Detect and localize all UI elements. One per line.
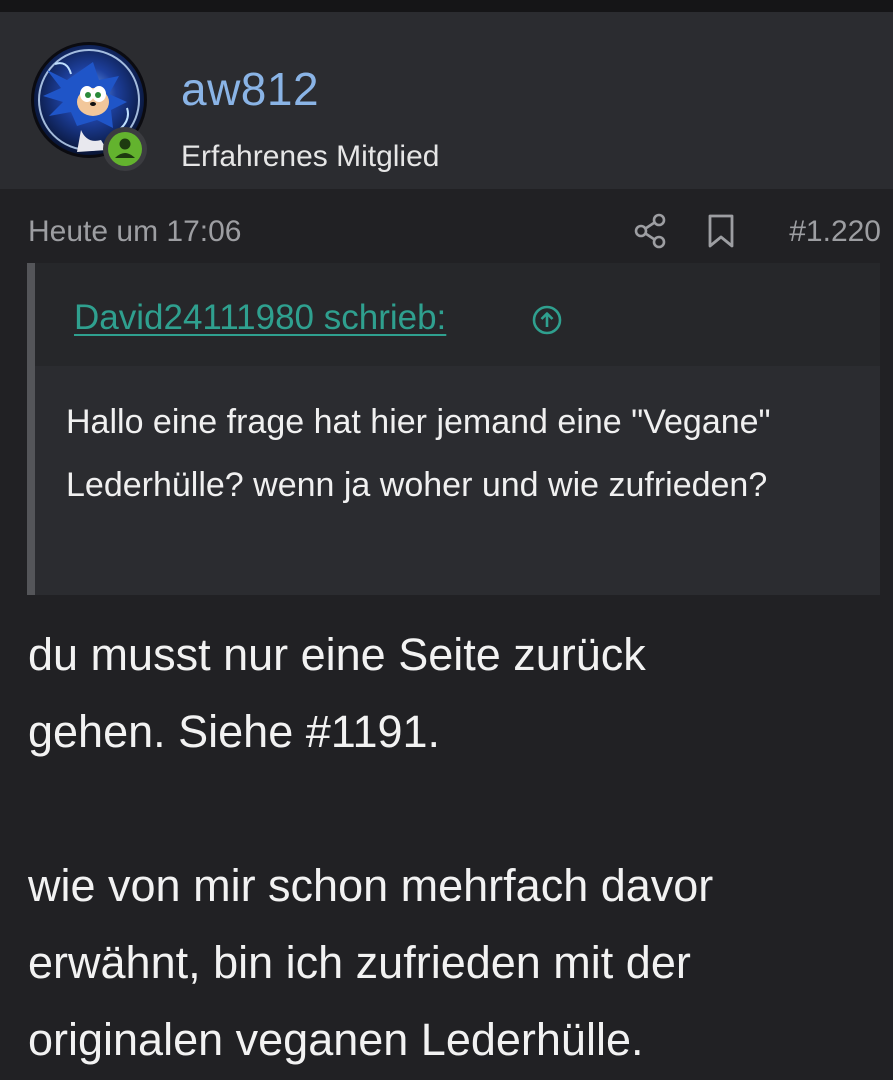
bookmark-icon[interactable]	[705, 213, 737, 249]
quote-header: David24111980 schrieb:	[35, 263, 880, 366]
user-title: Erfahrenes Mitglied	[181, 140, 440, 173]
quote-left-bar	[27, 263, 35, 595]
post-date[interactable]: Heute um 17:06	[28, 215, 241, 249]
post-author-header: aw812 Erfahrenes Mitglied	[0, 12, 893, 189]
username-link[interactable]: aw812	[181, 62, 319, 116]
quote-content: Hallo eine frage hat hier jemand eine "V…	[66, 403, 771, 504]
share-icon[interactable]	[633, 213, 667, 249]
quote-block: David24111980 schrieb: Hallo eine frage …	[27, 263, 880, 595]
post-paragraph: du musst nur eine Seite zurück gehen. Si…	[28, 629, 646, 757]
post-number-link[interactable]: #1.220	[789, 215, 881, 249]
quote-author-link[interactable]: David24111980 schrieb:	[74, 298, 446, 338]
post-meta-bar: Heute um 17:06 #1.220	[0, 189, 893, 263]
arrow-up-circle-icon[interactable]	[532, 305, 562, 335]
top-edge	[0, 0, 893, 12]
post-paragraph: wie von mir schon mehrfach davor erwähnt…	[28, 860, 714, 1065]
post-body: du musst nur eine Seite zurück gehen. Si…	[28, 616, 878, 1078]
user-online-icon	[103, 127, 147, 171]
avatar[interactable]	[27, 40, 151, 171]
